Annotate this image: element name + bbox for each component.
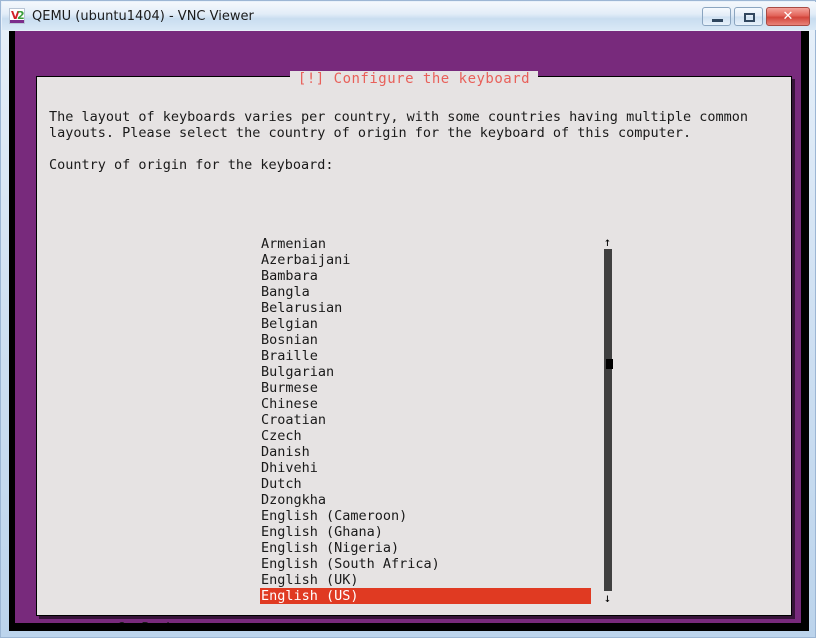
list-item[interactable]: English (US) <box>260 588 591 604</box>
vnc-viewer-icon: V 2 <box>9 8 25 24</box>
list-item[interactable]: English (Ghana) <box>260 524 590 540</box>
minimize-icon <box>712 19 723 22</box>
scrollbar-track[interactable] <box>604 249 613 591</box>
list-item[interactable]: Dutch <box>260 476 590 492</box>
intro-line-2: layouts. Please select the country of or… <box>49 125 692 141</box>
list-item[interactable]: English (South Africa) <box>260 556 590 572</box>
close-icon: ✕ <box>782 9 794 24</box>
list-item[interactable]: Belarusian <box>260 300 590 316</box>
list-item[interactable]: Belgian <box>260 316 590 332</box>
installer-dialog: [!] Configure the keyboard The layout of… <box>36 71 792 631</box>
vnc-icon-bar <box>10 20 24 23</box>
list-item[interactable]: Bambara <box>260 268 590 284</box>
list-item[interactable]: Azerbaijani <box>260 252 590 268</box>
scroll-up-arrow-icon[interactable]: ↑ <box>602 236 613 248</box>
country-list[interactable]: Armenian Azerbaijani Bambara Bangla Belarusi… <box>260 236 591 604</box>
list-scrollbar[interactable]: ↑ ↓ <box>602 236 613 604</box>
maximize-icon <box>744 13 755 22</box>
list-item[interactable]: English (UK) <box>260 572 590 588</box>
list-item[interactable]: Czech <box>260 428 590 444</box>
vnc-canvas[interactable]: [!] Configure the keyboard The layout of… <box>9 31 809 631</box>
list-item[interactable]: Croatian <box>260 412 590 428</box>
scrollbar-thumb[interactable] <box>606 359 613 369</box>
scroll-down-arrow-icon[interactable]: ↓ <box>602 592 613 604</box>
list-item[interactable]: Dzongkha <box>260 492 590 508</box>
list-item[interactable]: Bosnian <box>260 332 590 348</box>
window-controls: ✕ <box>702 7 810 26</box>
list-item[interactable]: Chinese <box>260 396 590 412</box>
titlebar-content: V 2 QEMU (ubuntu1404) - VNC Viewer <box>2 2 254 30</box>
screen-divider-top <box>9 623 809 631</box>
window-title: QEMU (ubuntu1404) - VNC Viewer <box>32 8 254 24</box>
minimize-button[interactable] <box>702 7 731 26</box>
list-item[interactable]: English (Nigeria) <box>260 540 590 556</box>
close-button[interactable]: ✕ <box>766 7 810 26</box>
maximize-button[interactable] <box>734 7 763 26</box>
list-item[interactable]: Dhivehi <box>260 460 590 476</box>
list-item[interactable]: English (Cameroon) <box>260 508 590 524</box>
list-item[interactable]: Armenian <box>260 236 590 252</box>
list-item[interactable]: Bulgarian <box>260 364 590 380</box>
list-item[interactable]: Danish <box>260 444 590 460</box>
list-item[interactable]: Burmese <box>260 380 590 396</box>
window-titlebar[interactable]: V 2 QEMU (ubuntu1404) - VNC Viewer ✕ <box>2 2 816 30</box>
prompt-label: Country of origin for the keyboard: <box>49 157 334 173</box>
intro-line-1: The layout of keyboards varies per count… <box>49 109 748 125</box>
dialog-body-text: The layout of keyboards varies per count… <box>49 109 785 173</box>
list-item[interactable]: Braille <box>260 348 590 364</box>
vnc-viewer-window: V 2 QEMU (ubuntu1404) - VNC Viewer ✕ [!]… <box>0 0 816 638</box>
list-item[interactable]: Bangla <box>260 284 590 300</box>
